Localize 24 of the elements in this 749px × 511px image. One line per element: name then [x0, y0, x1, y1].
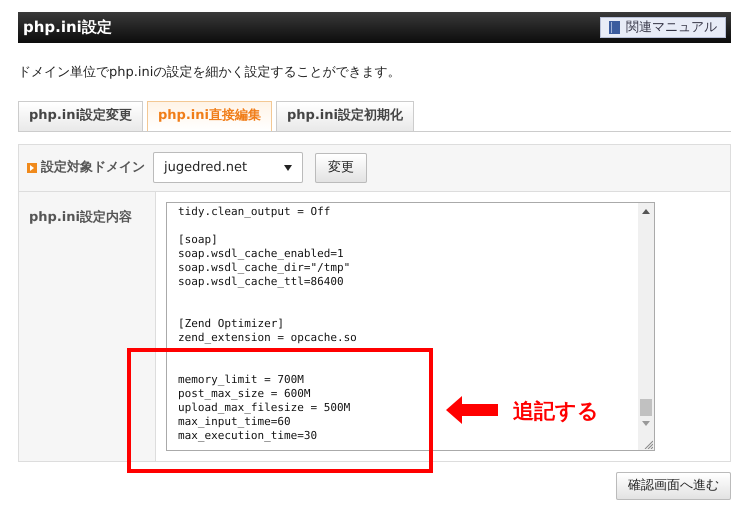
- code-text: memory_limit = 700M post_max_size = 600M upload_max_filesize = 500M max_input_time=60 max_execution_time=30: [178, 372, 350, 442]
- code-text: tidy.clean_output = Off [soap] soap.wsdl_cache_enabled=1 soap.wsdl_cache_dir="/tmp" soap.wsdl_cache_ttl=86400: [178, 204, 350, 288]
- manual-button[interactable]: 関連マニュアル: [600, 17, 726, 38]
- annotation-text: 追記する: [513, 398, 599, 425]
- book-icon: [609, 21, 620, 34]
- description-text: ドメイン単位でphp.iniの設定を細かく設定することができます。: [18, 64, 402, 82]
- text-area[interactable]: [166, 202, 655, 450]
- scroll-down-icon: [642, 420, 650, 426]
- scroll-thumb[interactable]: [640, 398, 652, 416]
- resize-handle-icon[interactable]: [644, 440, 653, 448]
- caret-icon: [284, 164, 292, 170]
- content-label: php.ini設定内容: [29, 210, 132, 224]
- change-button[interactable]: 変更: [315, 152, 367, 182]
- domain-select[interactable]: jugedred.net: [153, 152, 303, 183]
- scrollbar[interactable]: [638, 202, 654, 450]
- tab[interactable]: php.ini設定初期化: [276, 100, 414, 130]
- page-title: php.ini設定: [23, 17, 112, 38]
- tab[interactable]: php.ini設定変更: [18, 100, 143, 130]
- bullet-icon: [27, 162, 37, 172]
- domain-label: 設定対象ドメイン: [41, 158, 145, 177]
- confirm-button[interactable]: 確認画面へ進む: [616, 472, 731, 500]
- arrow-icon: [446, 396, 498, 424]
- code-text: [Zend Optimizer] zend_extension = opcache.so: [178, 316, 357, 344]
- scroll-up-icon: [642, 208, 650, 214]
